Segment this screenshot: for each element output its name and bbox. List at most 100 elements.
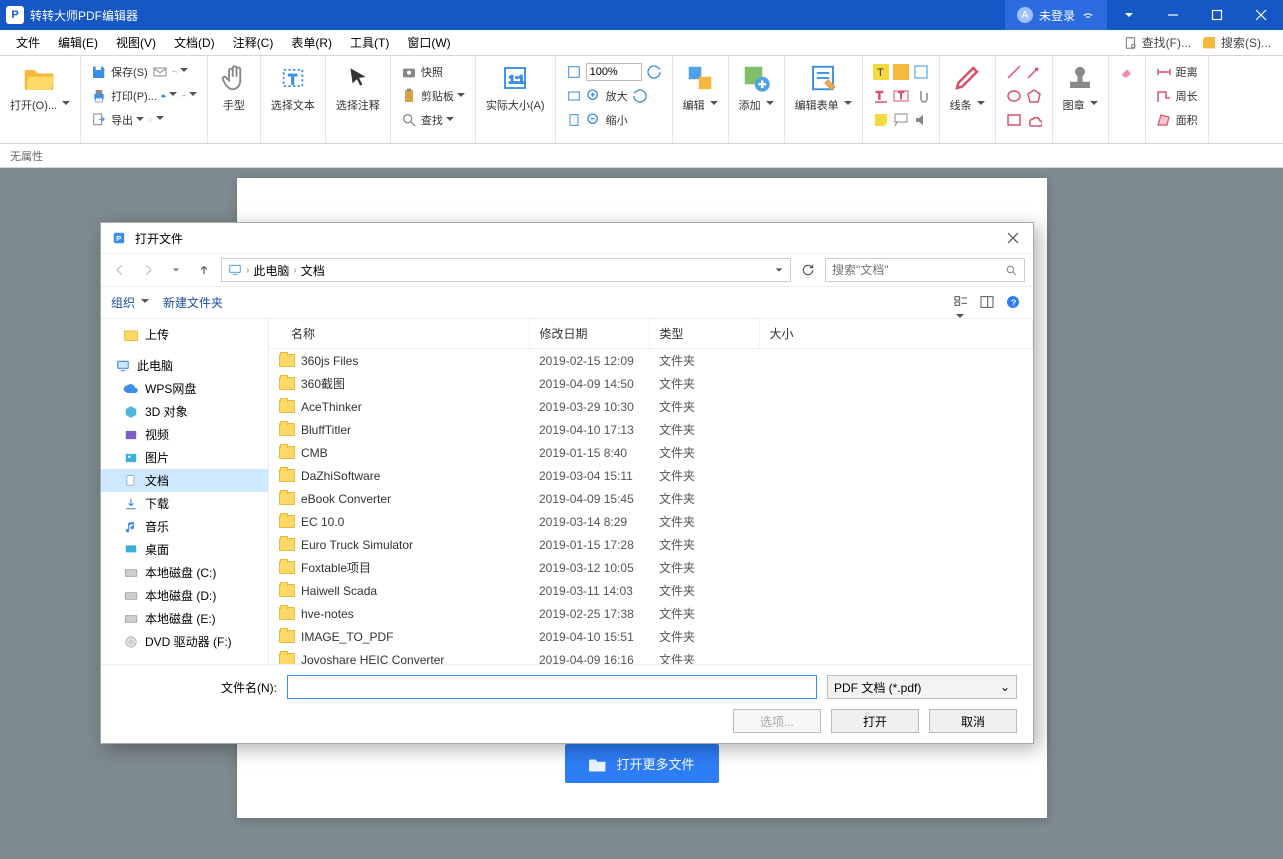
rotate-ccw-icon[interactable]: [632, 88, 648, 104]
maximize-button[interactable]: [1195, 0, 1239, 30]
undo-icon[interactable]: [172, 64, 188, 80]
sidebar-item-3d[interactable]: 3D 对象: [101, 400, 268, 423]
sidebar-item-desktop[interactable]: 桌面: [101, 538, 268, 561]
cloud-shape-icon[interactable]: [1026, 112, 1042, 128]
sidebar-item-downloads[interactable]: 下载: [101, 492, 268, 515]
menu-annotate[interactable]: 注释(C): [225, 31, 282, 54]
refresh-button[interactable]: [797, 259, 819, 281]
file-row[interactable]: hve-notes2019-02-25 17:38文件夹: [269, 602, 1033, 625]
ribbon-save-button[interactable]: 保存(S): [87, 60, 201, 84]
line-shape-icon[interactable]: [1006, 64, 1022, 80]
ribbon-edit-form-button[interactable]: 编辑表单: [791, 60, 856, 115]
sidebar-item-this-pc[interactable]: 此电脑: [101, 354, 268, 377]
text-box-icon[interactable]: T: [893, 88, 909, 104]
cancel-button[interactable]: 取消: [929, 709, 1017, 733]
file-row[interactable]: Joyoshare HEIC Converter2019-04-09 16:16…: [269, 648, 1033, 664]
new-folder-button[interactable]: 新建文件夹: [163, 294, 223, 311]
ribbon-perimeter-button[interactable]: 周长: [1152, 84, 1202, 108]
zoom-value-input[interactable]: [586, 63, 642, 81]
filename-input[interactable]: [287, 675, 817, 699]
sidebar-item-drive-d[interactable]: 本地磁盘 (D:): [101, 584, 268, 607]
file-row[interactable]: Haiwell Scada2019-03-11 14:03文件夹: [269, 579, 1033, 602]
ribbon-zoom-in-label[interactable]: 放大: [606, 88, 628, 104]
menu-form[interactable]: 表单(R): [283, 31, 340, 54]
strikeout-icon[interactable]: [913, 64, 929, 80]
ribbon-select-annotation-button[interactable]: 选择注释: [332, 60, 384, 115]
polygon-shape-icon[interactable]: [1026, 88, 1042, 104]
address-bar[interactable]: › 此电脑 › 文档: [221, 258, 791, 282]
file-list[interactable]: 名称 修改日期 类型 大小 360js Files2019-02-15 12:0…: [269, 319, 1033, 664]
ribbon-add-button[interactable]: 添加: [735, 60, 778, 115]
ribbon-export-button[interactable]: 导出: [87, 108, 201, 132]
sound-icon[interactable]: [913, 112, 929, 128]
redo-icon[interactable]: [181, 88, 197, 104]
note-icon[interactable]: [873, 112, 889, 128]
col-name[interactable]: 名称: [269, 319, 529, 349]
ribbon-edit-button[interactable]: 编辑: [679, 60, 722, 115]
open-more-files-button[interactable]: 打开更多文件: [564, 744, 718, 783]
sidebar-item-documents[interactable]: 文档: [101, 469, 268, 492]
menu-window[interactable]: 窗口(W): [399, 31, 458, 54]
minimize-button[interactable]: [1151, 0, 1195, 30]
file-row[interactable]: CMB2019-01-15 8:40文件夹: [269, 441, 1033, 464]
fit-width-icon[interactable]: [566, 88, 582, 104]
ribbon-print-button[interactable]: 打印(P)...: [87, 84, 201, 108]
col-type[interactable]: 类型: [649, 319, 759, 349]
close-button[interactable]: [1239, 0, 1283, 30]
user-status-button[interactable]: A 未登录: [1005, 0, 1107, 30]
underline-icon[interactable]: T: [873, 88, 889, 104]
ribbon-zoom-out-label[interactable]: 缩小: [606, 112, 628, 128]
ribbon-snapshot-button[interactable]: 快照: [397, 60, 469, 84]
options-button[interactable]: 选项...: [733, 709, 821, 733]
dropdown-button[interactable]: [1107, 0, 1151, 30]
arrow-shape-icon[interactable]: [1026, 64, 1042, 80]
file-row[interactable]: BluffTitler2019-04-10 17:13文件夹: [269, 418, 1033, 441]
ellipse-shape-icon[interactable]: [1006, 88, 1022, 104]
menu-edit[interactable]: 编辑(E): [50, 31, 106, 54]
file-type-filter[interactable]: PDF 文档 (*.pdf)⌄: [827, 675, 1017, 699]
col-date[interactable]: 修改日期: [529, 319, 649, 349]
sidebar-item-dvd-f[interactable]: DVD 驱动器 (F:): [101, 630, 268, 653]
file-row[interactable]: AceThinker2019-03-29 10:30文件夹: [269, 395, 1033, 418]
ribbon-open-button[interactable]: 打开(O)...: [6, 60, 74, 115]
ribbon-actual-size-button[interactable]: 1:1实际大小(A): [482, 60, 549, 115]
ribbon-area-button[interactable]: 面积: [1152, 108, 1202, 132]
fit-page-icon[interactable]: [566, 64, 582, 80]
dialog-search-box[interactable]: [825, 258, 1025, 282]
address-dropdown-icon[interactable]: [774, 265, 784, 275]
ribbon-find-button[interactable]: 查找: [397, 108, 469, 132]
rotate-cw-icon[interactable]: [646, 64, 662, 80]
file-row[interactable]: Foxtable项目2019-03-12 10:05文件夹: [269, 556, 1033, 579]
menu-file[interactable]: 文件: [8, 31, 48, 54]
preview-pane-button[interactable]: [979, 294, 997, 312]
sidebar-item-upload[interactable]: 上传: [101, 323, 268, 346]
file-row[interactable]: Euro Truck Simulator2019-01-15 17:28文件夹: [269, 533, 1033, 556]
menu-find[interactable]: 查找(F)...: [1120, 34, 1195, 51]
menu-search[interactable]: 搜索(S)...: [1197, 34, 1275, 51]
nav-forward-button[interactable]: [137, 259, 159, 281]
rect-shape-icon[interactable]: [1006, 112, 1022, 128]
view-mode-button[interactable]: [953, 294, 971, 312]
dialog-search-input[interactable]: [832, 263, 1005, 277]
col-size[interactable]: 大小: [759, 319, 1033, 349]
help-button[interactable]: ?: [1005, 294, 1023, 312]
file-row[interactable]: 360截图2019-04-09 14:50文件夹: [269, 372, 1033, 395]
squiggly-icon[interactable]: [893, 64, 909, 80]
ribbon-lines-button[interactable]: 线条: [946, 60, 989, 115]
menu-view[interactable]: 视图(V): [108, 31, 164, 54]
file-row[interactable]: EC 10.02019-03-14 8:29文件夹: [269, 510, 1033, 533]
attachment-icon[interactable]: [913, 88, 929, 104]
sidebar-item-video[interactable]: 视频: [101, 423, 268, 446]
sidebar-item-drive-e[interactable]: 本地磁盘 (E:): [101, 607, 268, 630]
nav-recent-button[interactable]: [165, 259, 187, 281]
file-row[interactable]: IMAGE_TO_PDF2019-04-10 15:51文件夹: [269, 625, 1033, 648]
menu-tool[interactable]: 工具(T): [342, 31, 397, 54]
blank-page-icon[interactable]: [148, 112, 164, 128]
organize-button[interactable]: 组织: [111, 294, 149, 311]
path-leaf[interactable]: 文档: [301, 262, 325, 279]
zoom-out-icon[interactable]: [586, 112, 602, 128]
ribbon-eraser-button[interactable]: [1115, 60, 1139, 84]
dialog-close-button[interactable]: [1003, 228, 1023, 248]
ribbon-distance-button[interactable]: 距离: [1152, 60, 1202, 84]
highlight-icon[interactable]: T: [873, 64, 889, 80]
